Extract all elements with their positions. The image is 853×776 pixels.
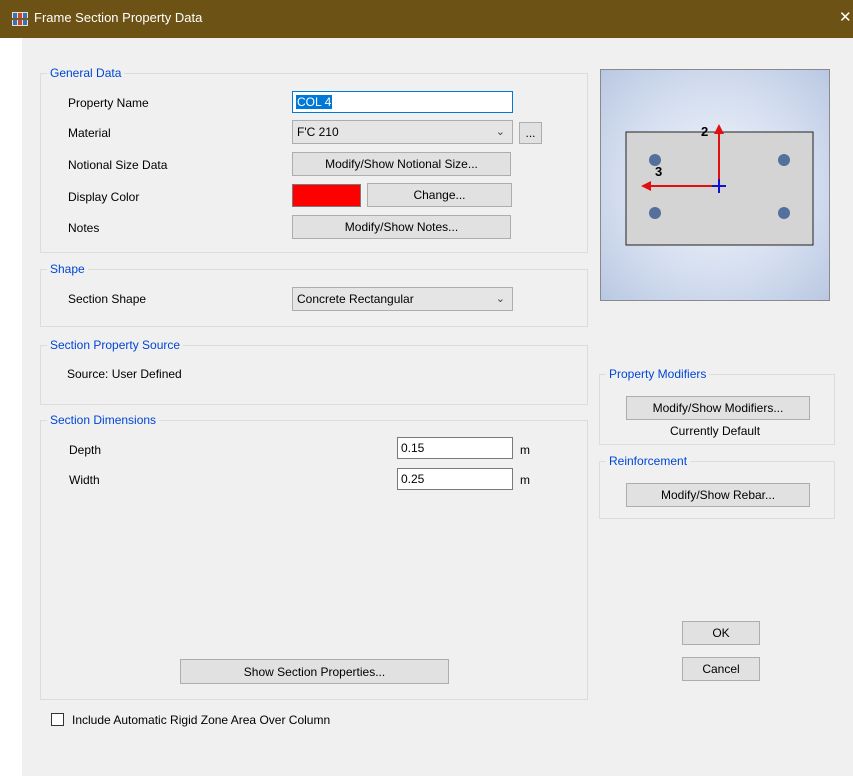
modify-notes-button[interactable]: Modify/Show Notes... (292, 215, 511, 239)
window-title: Frame Section Property Data (34, 10, 203, 25)
show-section-properties-button[interactable]: Show Section Properties... (180, 659, 449, 684)
property-modifiers-group: Property Modifiers Modify/Show Modifiers… (599, 367, 835, 445)
width-input[interactable]: 0.25 (397, 468, 513, 490)
change-color-button[interactable]: Change... (367, 183, 512, 207)
width-label: Width (69, 473, 100, 487)
section-property-source-legend: Section Property Source (47, 338, 184, 352)
axis-2-label: 2 (701, 124, 708, 139)
property-modifiers-legend: Property Modifiers (606, 367, 710, 381)
notes-label: Notes (68, 221, 100, 235)
property-name-label: Property Name (68, 96, 149, 110)
modify-rebar-button[interactable]: Modify/Show Rebar... (626, 483, 810, 507)
depth-label: Depth (69, 443, 102, 457)
depth-unit: m (520, 443, 530, 457)
rebar-bottom-left (649, 207, 661, 219)
section-dimensions-legend: Section Dimensions (47, 413, 160, 427)
display-color-label: Display Color (68, 190, 140, 204)
section-dimensions-group: Section Dimensions Depth 0.15 m Width 0.… (40, 413, 588, 700)
cancel-button[interactable]: Cancel (682, 657, 760, 681)
axis-3-label: 3 (655, 164, 662, 179)
display-color-swatch[interactable] (292, 184, 361, 207)
reinforcement-legend: Reinforcement (606, 454, 691, 468)
notional-size-label: Notional Size Data (68, 158, 168, 172)
rebar-top-right (778, 154, 790, 166)
section-shape-label: Section Shape (68, 292, 147, 306)
section-shape-select[interactable]: Concrete Rectangular ⌄ (292, 287, 513, 311)
depth-input[interactable]: 0.15 (397, 437, 513, 459)
property-name-input[interactable]: COL 4 (292, 91, 513, 113)
width-unit: m (520, 473, 530, 487)
general-data-group: General Data Property Name COL 4 Materia… (40, 66, 588, 253)
general-data-legend: General Data (47, 66, 125, 80)
material-select[interactable]: F'C 210 ⌄ (292, 120, 513, 144)
shape-legend: Shape (47, 262, 88, 276)
material-label: Material (68, 126, 111, 140)
chevron-down-icon: ⌄ (495, 293, 505, 305)
section-shape-value: Concrete Rectangular (297, 292, 414, 306)
chevron-down-icon: ⌄ (495, 126, 505, 138)
section-preview: 2 3 (600, 69, 830, 301)
reinforcement-group: Reinforcement Modify/Show Rebar... (599, 454, 835, 519)
title-bar: Frame Section Property Data ✕ (0, 0, 853, 38)
close-icon[interactable]: ✕ (839, 6, 853, 30)
rebar-bottom-right (778, 207, 790, 219)
modifiers-status: Currently Default (670, 424, 761, 438)
rigid-zone-label[interactable]: Include Automatic Rigid Zone Area Over C… (72, 713, 330, 727)
ok-button[interactable]: OK (682, 621, 760, 645)
rigid-zone-checkbox[interactable] (51, 713, 64, 726)
section-drawing: 2 3 (625, 124, 814, 246)
section-property-source-group: Section Property Source Source: User Def… (40, 338, 588, 405)
material-value: F'C 210 (297, 125, 339, 139)
modify-modifiers-button[interactable]: Modify/Show Modifiers... (626, 396, 810, 420)
dialog-body: General Data Property Name COL 4 Materia… (22, 38, 853, 776)
material-more-button[interactable]: ... (519, 122, 542, 144)
modify-notional-size-button[interactable]: Modify/Show Notional Size... (292, 152, 511, 176)
shape-group: Shape Section Shape Concrete Rectangular… (40, 262, 588, 327)
app-icon (12, 12, 28, 26)
source-text: Source: User Defined (67, 367, 182, 381)
